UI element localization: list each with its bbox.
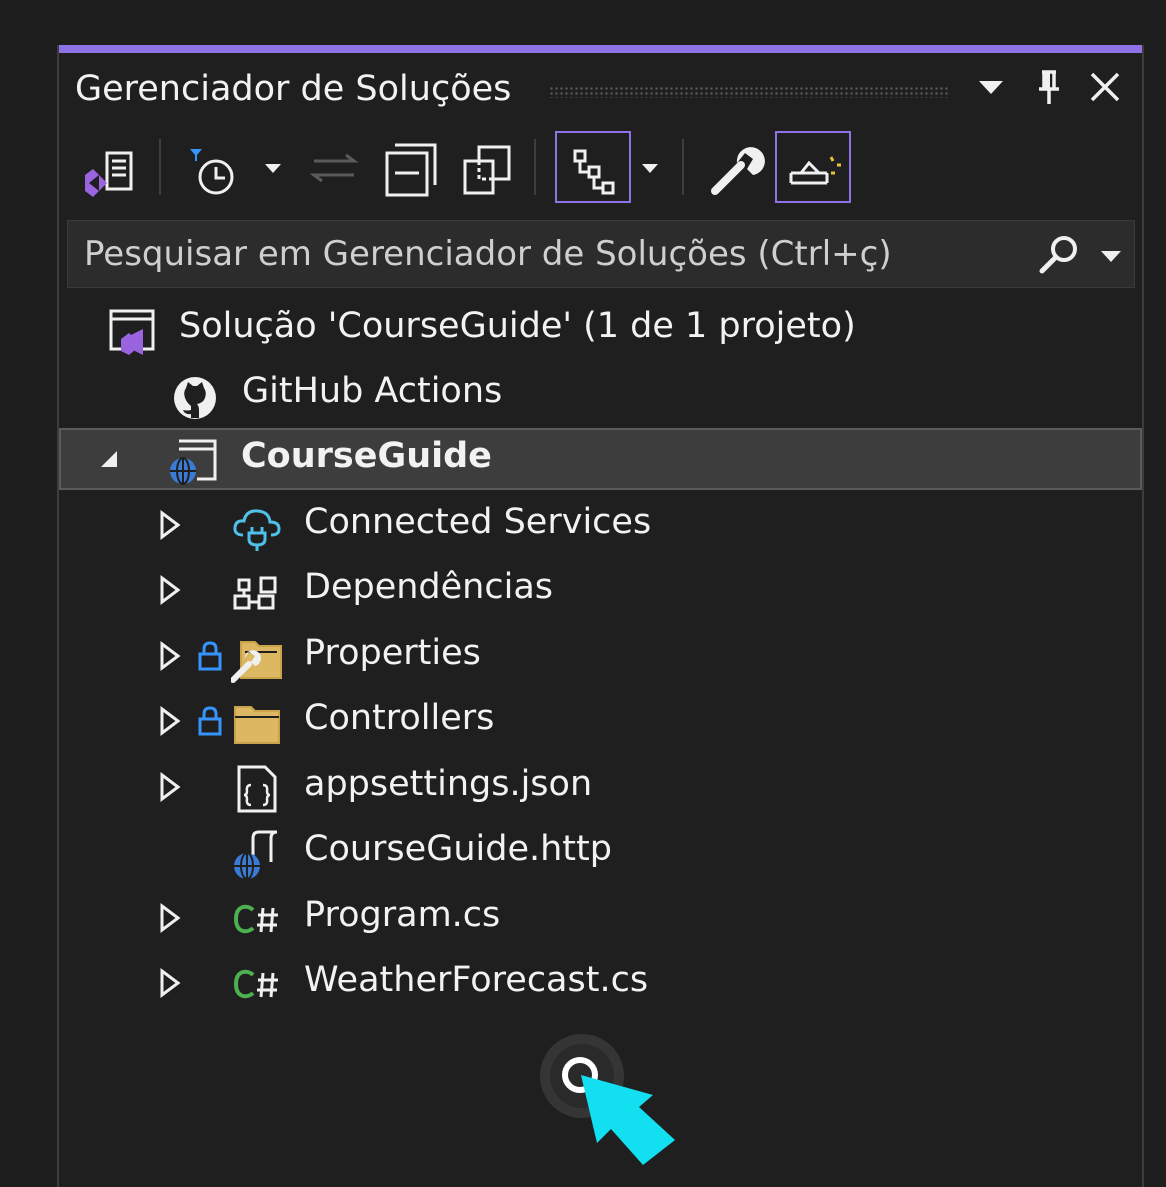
lock-icon bbox=[197, 640, 223, 672]
tree-item-label: Solução 'CourseGuide' (1 de 1 projeto) bbox=[179, 306, 856, 346]
tree-item-label: appsettings.json bbox=[304, 764, 593, 804]
expand-arrow-icon[interactable] bbox=[153, 769, 185, 805]
pending-changes-filter-icon[interactable] bbox=[184, 131, 244, 203]
panel-title-bar[interactable]: Gerenciador de Soluções bbox=[59, 53, 1142, 119]
tree-item-appsettings-json[interactable]: appsettings.json bbox=[59, 756, 1142, 818]
tree-item-label: CourseGuide bbox=[241, 436, 492, 476]
expand-arrow-icon[interactable] bbox=[153, 572, 185, 608]
tree-item-label: Properties bbox=[304, 633, 481, 673]
github-icon bbox=[169, 370, 221, 422]
tree-item-label: Controllers bbox=[304, 698, 495, 738]
solution-icon bbox=[107, 305, 159, 357]
http-file-icon bbox=[231, 828, 283, 880]
expand-arrow-icon[interactable] bbox=[153, 507, 185, 543]
switch-views-icon[interactable] bbox=[79, 131, 139, 203]
panel-accent-bar bbox=[59, 45, 1142, 53]
lock-icon bbox=[197, 705, 223, 737]
expand-arrow-icon[interactable] bbox=[153, 965, 185, 1001]
toolbar-separator bbox=[682, 139, 684, 195]
view-hierarchy-icon[interactable] bbox=[555, 131, 631, 203]
show-all-files-icon[interactable] bbox=[457, 131, 517, 203]
tree-item-properties[interactable]: Properties bbox=[59, 625, 1142, 687]
search-input[interactable] bbox=[68, 221, 1008, 287]
properties-wrench-icon[interactable] bbox=[707, 131, 767, 203]
search-options-dropdown-icon[interactable] bbox=[1096, 231, 1126, 279]
tree-item-courseguide-http[interactable]: CourseGuide.http bbox=[59, 821, 1142, 883]
preview-selected-items-icon[interactable] bbox=[775, 131, 851, 203]
json-file-icon bbox=[231, 763, 283, 815]
folder-icon bbox=[231, 697, 283, 749]
pin-icon[interactable] bbox=[1029, 67, 1069, 107]
tree-item-label: CourseGuide.http bbox=[304, 829, 612, 869]
csharp-file-icon bbox=[231, 959, 283, 1011]
title-grip[interactable] bbox=[549, 86, 949, 98]
tree-item-label: WeatherForecast.cs bbox=[304, 960, 649, 1000]
close-icon[interactable] bbox=[1085, 67, 1125, 107]
collapse-all-icon[interactable] bbox=[381, 131, 441, 203]
panel-title: Gerenciador de Soluções bbox=[75, 69, 512, 109]
expand-arrow-icon[interactable] bbox=[153, 638, 185, 674]
toolbar-separator bbox=[534, 139, 536, 195]
tree-item-solution[interactable]: Solução 'CourseGuide' (1 de 1 projeto) bbox=[59, 298, 1142, 360]
tree-item-project-courseguide[interactable]: CourseGuide bbox=[59, 428, 1142, 490]
search-icon[interactable] bbox=[1036, 231, 1084, 279]
search-box[interactable] bbox=[67, 220, 1135, 288]
tree-item-label: Dependências bbox=[304, 567, 553, 607]
expand-arrow-icon[interactable] bbox=[153, 703, 185, 739]
window-position-dropdown-icon[interactable] bbox=[971, 67, 1011, 107]
tree-item-program-cs[interactable]: Program.cs bbox=[59, 887, 1142, 949]
expand-arrow-icon[interactable] bbox=[153, 900, 185, 936]
sync-with-active-document-icon[interactable] bbox=[304, 131, 364, 203]
tree-item-github-actions[interactable]: GitHub Actions bbox=[59, 363, 1142, 425]
properties-folder-icon bbox=[231, 632, 283, 684]
pending-changes-dropdown-icon[interactable] bbox=[262, 131, 284, 203]
toolbar-separator bbox=[159, 139, 161, 195]
view-hierarchy-dropdown-icon[interactable] bbox=[639, 131, 661, 203]
tree-item-weatherforecast-cs[interactable]: WeatherForecast.cs bbox=[59, 952, 1142, 1014]
dependencies-icon bbox=[231, 566, 283, 618]
csharp-file-icon bbox=[231, 894, 283, 946]
tree-item-dependencies[interactable]: Dependências bbox=[59, 559, 1142, 621]
collapse-arrow-icon[interactable] bbox=[91, 441, 123, 477]
tree-item-label: Connected Services bbox=[304, 502, 652, 542]
tree-item-connected-services[interactable]: Connected Services bbox=[59, 494, 1142, 556]
connected-services-icon bbox=[231, 501, 283, 553]
tree-item-label: GitHub Actions bbox=[242, 371, 503, 411]
solution-explorer-panel: Gerenciador de Soluções Pesquisar em Ger… bbox=[57, 45, 1144, 1187]
tree-item-controllers[interactable]: Controllers bbox=[59, 690, 1142, 752]
mouse-cursor-icon bbox=[535, 1025, 685, 1175]
web-project-icon bbox=[167, 435, 219, 487]
tree-item-label: Program.cs bbox=[304, 895, 501, 935]
toolbar bbox=[59, 121, 1142, 215]
